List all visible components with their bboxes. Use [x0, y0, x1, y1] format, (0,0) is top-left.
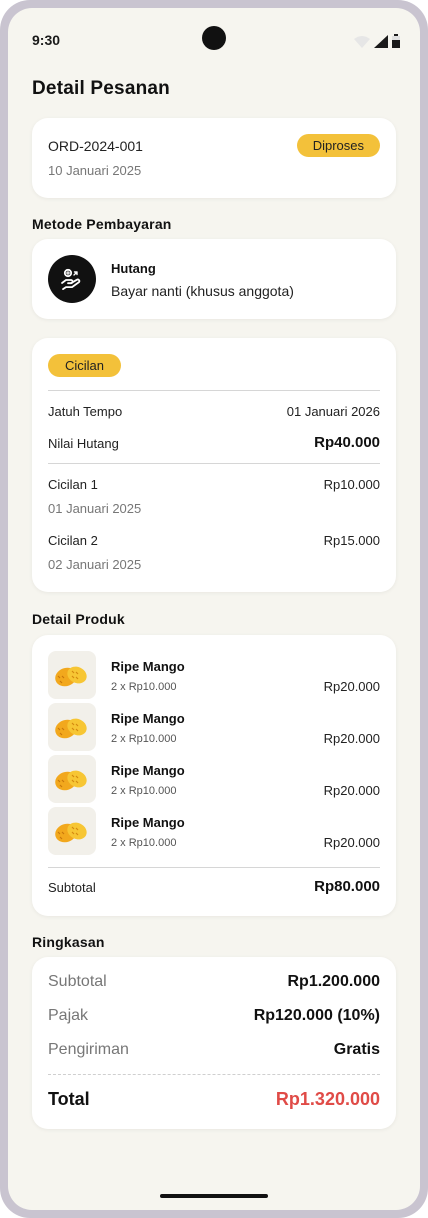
shipping-label: Pengiriman — [48, 1041, 129, 1058]
product-qty: 2 x Rp10.000 — [111, 681, 177, 693]
product-item[interactable]: Ripe Mango 2 x Rp10.000 Rp20.000 — [48, 755, 380, 803]
divider — [48, 867, 380, 868]
status-bar: 9:30 — [8, 8, 420, 72]
product-qty: 2 x Rp10.000 — [111, 785, 177, 797]
status-badge: Diproses — [296, 134, 380, 157]
product-name: Ripe Mango — [111, 815, 185, 830]
battery-icon — [392, 34, 400, 48]
installment-item-label: Cicilan 2 — [48, 533, 98, 548]
mango-icon — [48, 755, 96, 803]
product-qty: 2 x Rp10.000 — [111, 733, 177, 745]
installment-item-date: 01 Januari 2025 — [48, 501, 142, 516]
total-label: Total — [48, 1089, 90, 1109]
installment-item-label: Cicilan 1 — [48, 477, 98, 492]
summary-card: Subtotal Rp1.200.000 Pajak Rp120.000 (10… — [32, 957, 396, 1129]
product-qty: 2 x Rp10.000 — [111, 837, 177, 849]
camera-cutout — [202, 26, 226, 50]
order-card: ORD-2024-001 10 Januari 2025 Diproses — [32, 118, 396, 198]
mango-icon — [48, 703, 96, 751]
product-price: Rp20.000 — [323, 679, 380, 694]
order-date: 10 Januari 2025 — [48, 163, 142, 178]
installment-card: Cicilan Jatuh Tempo 01 Januari 2026 Nila… — [32, 338, 396, 592]
products-section-title: Detail Produk — [32, 611, 125, 627]
product-name: Ripe Mango — [111, 711, 185, 726]
product-name: Ripe Mango — [111, 763, 185, 778]
tax-label: Pajak — [48, 1007, 89, 1024]
signal-icon — [374, 35, 388, 48]
product-item[interactable]: Ripe Mango 2 x Rp10.000 Rp20.000 — [48, 651, 380, 699]
debt-value-label: Nilai Hutang — [48, 436, 119, 451]
phone-frame: 9:30 Detail Pesanan ORD-2024-001 10 Janu… — [0, 0, 428, 1218]
hand-coin-icon — [48, 255, 96, 303]
due-date-value: 01 Januari 2026 — [286, 404, 380, 419]
status-time: 9:30 — [32, 32, 61, 48]
wifi-icon — [354, 36, 370, 48]
status-icons — [354, 34, 400, 48]
divider — [48, 463, 380, 464]
home-indicator[interactable] — [160, 1194, 268, 1198]
product-item[interactable]: Ripe Mango 2 x Rp10.000 Rp20.000 — [48, 703, 380, 751]
mango-icon — [48, 807, 96, 855]
payment-method-name: Hutang — [111, 261, 156, 276]
products-card: Ripe Mango 2 x Rp10.000 Rp20.000 Ripe Ma… — [32, 635, 396, 916]
dashed-divider — [48, 1074, 380, 1075]
due-date-label: Jatuh Tempo — [48, 404, 123, 419]
product-item[interactable]: Ripe Mango 2 x Rp10.000 Rp20.000 — [48, 807, 380, 855]
screen: 9:30 Detail Pesanan ORD-2024-001 10 Janu… — [8, 8, 420, 1210]
installment-item-amount: Rp10.000 — [323, 477, 380, 492]
order-id: ORD-2024-001 — [48, 138, 143, 154]
shipping-value: Gratis — [333, 1041, 380, 1058]
payment-section-title: Metode Pembayaran — [32, 216, 172, 232]
installment-item-amount: Rp15.000 — [323, 533, 380, 548]
page-title: Detail Pesanan — [32, 78, 170, 99]
divider — [48, 390, 380, 391]
payment-method-description: Bayar nanti (khusus anggota) — [111, 283, 294, 299]
product-price: Rp20.000 — [323, 783, 380, 798]
total-value: Rp1.320.000 — [275, 1089, 380, 1109]
products-subtotal-value: Rp80.000 — [314, 878, 380, 895]
summary-subtotal-value: Rp1.200.000 — [287, 973, 380, 990]
summary-section-title: Ringkasan — [32, 934, 105, 950]
products-subtotal-label: Subtotal — [48, 880, 96, 895]
product-price: Rp20.000 — [323, 835, 380, 850]
tax-value: Rp120.000 (10%) — [253, 1007, 380, 1024]
debt-value: Rp40.000 — [314, 434, 380, 451]
product-price: Rp20.000 — [323, 731, 380, 746]
installment-item-date: 02 Januari 2025 — [48, 557, 142, 572]
installment-badge: Cicilan — [48, 354, 122, 377]
mango-icon — [48, 651, 96, 699]
payment-method-card: Hutang Bayar nanti (khusus anggota) — [32, 239, 396, 319]
summary-subtotal-label: Subtotal — [48, 973, 107, 990]
product-name: Ripe Mango — [111, 659, 185, 674]
